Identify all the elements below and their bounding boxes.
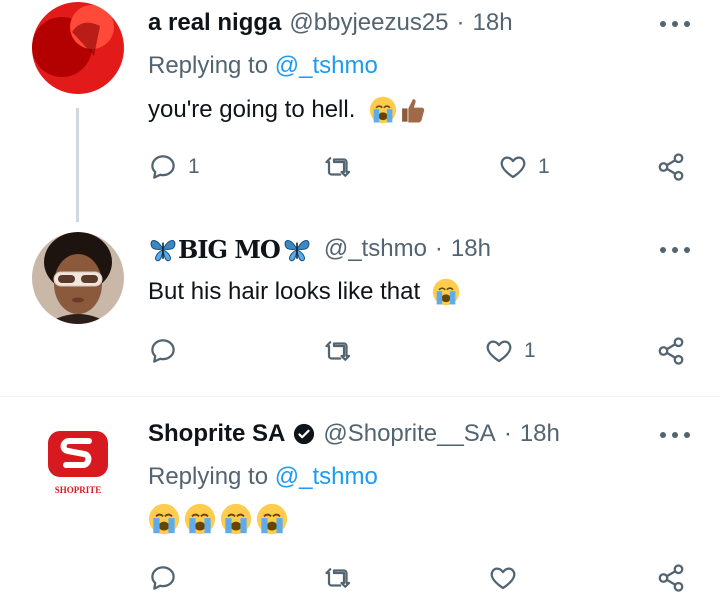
timestamp[interactable]: 18h: [473, 9, 513, 37]
tweet-2[interactable]: BIG MO @_tshmo · 18h But his hair looks …: [0, 226, 720, 396]
dot-separator: ·: [456, 9, 465, 36]
mention-link[interactable]: @_tshmo: [275, 463, 378, 490]
tweet-1[interactable]: a real nigga @bbyjeezus25 · 18h Replying…: [0, 0, 720, 230]
retweet-button[interactable]: [324, 336, 354, 366]
reply-icon: [151, 339, 175, 363]
more-icon[interactable]: [660, 425, 690, 445]
avatar-image: [32, 2, 124, 94]
tweet-3[interactable]: SHOPRITE Shoprite SA @Shoprite__SA · 18h…: [0, 397, 720, 593]
share-button[interactable]: [656, 152, 686, 182]
crying-face-emoji: [148, 503, 180, 535]
handle[interactable]: @Shoprite__SA: [323, 420, 495, 448]
crying-face-emoji: [256, 503, 288, 535]
timestamp[interactable]: 18h: [451, 235, 491, 263]
thread-line: [76, 108, 79, 222]
like-button[interactable]: [488, 563, 518, 593]
timestamp[interactable]: 18h: [520, 420, 560, 448]
more-icon[interactable]: [660, 14, 690, 34]
retweet-button[interactable]: [324, 563, 354, 593]
reply-count: 1: [188, 155, 200, 178]
display-name[interactable]: Shoprite SA: [148, 420, 285, 448]
share-icon: [658, 564, 684, 592]
crying-face-emoji: [220, 503, 252, 535]
tweet-text: you're going to hell.: [148, 92, 427, 128]
like-button[interactable]: 1: [498, 152, 550, 182]
replying-to: Replying to @_tshmo: [148, 52, 378, 79]
share-icon: [658, 337, 684, 365]
mention-link[interactable]: @_tshmo: [275, 52, 378, 79]
dot-separator: ·: [434, 235, 443, 262]
handle[interactable]: @_tshmo: [324, 235, 427, 263]
handle[interactable]: @bbyjeezus25: [289, 9, 448, 37]
like-count: 1: [538, 155, 550, 178]
like-count: 1: [524, 339, 536, 362]
avatar[interactable]: SHOPRITE: [32, 417, 124, 509]
like-icon: [500, 156, 526, 179]
avatar[interactable]: [32, 232, 124, 324]
like-icon: [486, 340, 512, 363]
tweet-text: But his hair looks like that: [148, 274, 460, 310]
verified-badge-icon: [294, 423, 315, 445]
replying-to: Replying to @_tshmo: [148, 463, 378, 490]
crying-face-emoji: [369, 96, 397, 124]
reply-button[interactable]: 1: [148, 152, 200, 182]
retweet-icon: [325, 568, 351, 588]
retweet-icon: [325, 341, 351, 361]
thumbs-up-emoji: [399, 96, 427, 124]
reply-icon: [151, 155, 175, 179]
tweet-text: [148, 501, 288, 537]
more-icon[interactable]: [660, 240, 690, 260]
shoprite-logo: SHOPRITE: [48, 431, 108, 495]
reply-button[interactable]: [148, 563, 178, 593]
like-icon: [490, 567, 516, 590]
butterfly-emoji: [282, 234, 312, 264]
share-icon: [658, 153, 684, 181]
like-button[interactable]: 1: [484, 336, 536, 366]
avatar-image: [32, 232, 124, 324]
share-button[interactable]: [656, 336, 686, 366]
butterfly-emoji: [148, 234, 178, 264]
share-button[interactable]: [656, 563, 686, 593]
crying-face-emoji: [432, 278, 460, 306]
reply-icon: [151, 566, 175, 590]
display-name[interactable]: BIG MO: [178, 235, 281, 264]
display-name[interactable]: a real nigga: [148, 9, 281, 37]
crying-face-emoji: [184, 503, 216, 535]
retweet-icon: [325, 157, 351, 177]
svg-text:SHOPRITE: SHOPRITE: [55, 485, 102, 495]
retweet-button[interactable]: [324, 152, 354, 182]
dot-separator: ·: [503, 420, 512, 447]
reply-button[interactable]: [148, 336, 178, 366]
avatar[interactable]: [32, 2, 124, 94]
